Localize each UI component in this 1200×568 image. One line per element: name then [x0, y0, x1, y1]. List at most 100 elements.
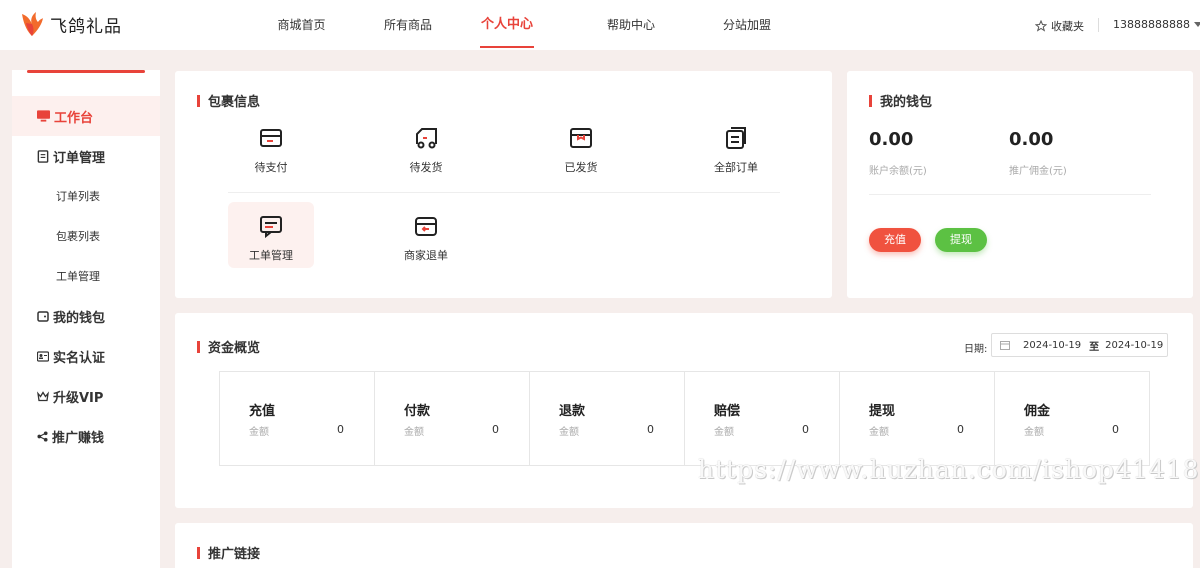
fund-value: 0 — [492, 423, 499, 436]
date-range-picker[interactable]: 2024-10-19 至 2024-10-19 — [991, 333, 1168, 357]
sidebar-item-dashboard[interactable]: 工作台 — [12, 96, 160, 136]
nav-help-center[interactable]: 帮助中心 — [576, 0, 686, 50]
star-icon — [1035, 20, 1047, 32]
fund-value: 0 — [1112, 423, 1119, 436]
id-card-icon — [37, 350, 49, 362]
fund-cell-recharge: 充值 金额 0 — [220, 372, 375, 465]
pkg-unpaid[interactable]: 待支付 — [228, 114, 314, 180]
sidebar-item-wallet[interactable]: 我的钱包 — [12, 296, 160, 336]
balance-value: 0.00 — [869, 129, 914, 150]
sidebar-item-label: 升级VIP — [53, 390, 104, 406]
withdraw-button[interactable]: 提现 — [935, 228, 987, 252]
fund-name: 提现 — [869, 404, 896, 419]
user-phone: 13888888888 — [1113, 18, 1190, 31]
pkg-label: 全部订单 — [714, 161, 758, 174]
nav-all-products[interactable]: 所有商品 — [353, 0, 463, 50]
fund-value: 0 — [647, 423, 654, 436]
fund-value: 0 — [802, 423, 809, 436]
caret-down-icon — [1193, 21, 1200, 27]
title-accent-bar — [197, 94, 200, 107]
sidebar-item-label: 工作台 — [54, 110, 94, 126]
fund-name: 赔偿 — [714, 404, 741, 419]
wallet-title-text: 我的钱包 — [880, 95, 933, 110]
fund-caption: 金额 — [714, 427, 734, 438]
fund-name: 佣金 — [1024, 404, 1051, 419]
sidebar-item-orders[interactable]: 订单管理 — [12, 136, 160, 176]
fund-caption: 金额 — [559, 427, 579, 438]
dove-logo-icon — [22, 12, 43, 36]
fund-cell-payment: 付款 金额 0 — [375, 372, 530, 465]
pkg-shipped[interactable]: 已发货 — [538, 114, 624, 180]
funds-table: 充值 金额 0 付款 金额 0 退款 金额 0 赔偿 金额 0 提现 金额 0 … — [219, 371, 1150, 466]
pkg-label: 工单管理 — [249, 249, 293, 262]
clipboard-icon — [37, 149, 49, 163]
promo-title: 推广链接 — [197, 543, 260, 562]
watermark-text: https://www.huzhan.com/ishop41418 — [698, 455, 1200, 484]
fund-name: 充值 — [249, 404, 276, 419]
pkg-all-orders[interactable]: 全部订单 — [693, 114, 779, 180]
wallet-title: 我的钱包 — [869, 91, 932, 110]
pkg-label: 待发货 — [409, 161, 443, 174]
sidebar-item-label: 订单管理 — [53, 150, 106, 166]
nav-franchise[interactable]: 分站加盟 — [707, 0, 787, 50]
sidebar-item-label: 推广赚钱 — [52, 430, 105, 446]
title-accent-bar — [197, 340, 200, 353]
brand-name: 飞鸽礼品 — [50, 16, 122, 37]
return-box-icon — [415, 217, 437, 236]
orders-icon — [726, 127, 746, 149]
promo-link-card: 推广链接 — [175, 523, 1193, 568]
fund-name: 退款 — [559, 404, 586, 419]
date-from[interactable]: 2024-10-19 — [1023, 340, 1081, 351]
package-divider — [228, 192, 780, 193]
share-icon — [37, 430, 48, 442]
main-nav: 商城首页 所有商品 个人中心 帮助中心 分站加盟 — [260, 0, 787, 50]
pkg-tickets[interactable]: 工单管理 — [228, 202, 314, 268]
ticket-icon — [260, 216, 282, 238]
pkg-label: 待支付 — [254, 161, 288, 174]
sidebar-item-order-list[interactable]: 订单列表 — [12, 176, 160, 216]
fund-name: 付款 — [404, 404, 431, 419]
promo-title-text: 推广链接 — [208, 547, 261, 562]
funds-title: 资金概览 — [197, 337, 260, 356]
fund-caption: 金额 — [404, 427, 424, 438]
fund-value: 0 — [957, 423, 964, 436]
title-accent-bar — [197, 546, 200, 559]
fund-cell-commission: 佣金 金额 0 — [995, 372, 1149, 465]
crown-icon — [37, 390, 49, 401]
title-accent-bar — [869, 94, 872, 107]
fund-cell-withdraw: 提现 金额 0 — [840, 372, 995, 465]
pkg-merchant-returns[interactable]: 商家退单 — [383, 202, 469, 268]
nav-user-center[interactable]: 个人中心 — [472, 0, 542, 50]
sidebar-item-vip[interactable]: 升级VIP — [12, 376, 160, 416]
monitor-icon — [37, 110, 50, 122]
recharge-button[interactable]: 充值 — [869, 228, 921, 252]
brand-logo[interactable]: 飞鸽礼品 — [20, 10, 122, 38]
sidebar-item-tickets[interactable]: 工单管理 — [12, 256, 160, 296]
truck-icon — [416, 128, 437, 149]
nav-home[interactable]: 商城首页 — [260, 0, 343, 50]
sidebar-item-verification[interactable]: 实名认证 — [12, 336, 160, 376]
fund-caption: 金额 — [869, 427, 889, 438]
fund-cell-compensation: 赔偿 金额 0 — [685, 372, 840, 465]
fund-cell-refund: 退款 金额 0 — [530, 372, 685, 465]
commission-value: 0.00 — [1009, 129, 1054, 150]
package-info-title-text: 包裹信息 — [208, 95, 261, 110]
pkg-to-ship[interactable]: 待发货 — [383, 114, 469, 180]
package-info-card: 包裹信息 待支付 待发货 已发货 全部订单 工单管理 商家退单 — [175, 71, 832, 298]
card-icon — [260, 129, 282, 147]
pkg-label: 商家退单 — [404, 249, 448, 262]
sidebar-item-package-list[interactable]: 包裹列表 — [12, 216, 160, 256]
date-to[interactable]: 2024-10-19 — [1105, 340, 1163, 351]
date-separator: 至 — [1089, 341, 1100, 353]
sidebar-accent — [27, 70, 145, 73]
pkg-label: 已发货 — [564, 161, 598, 174]
commission-label: 推广佣金(元) — [1009, 166, 1067, 177]
box-icon — [570, 128, 592, 148]
favorites-link[interactable]: 收藏夹 — [1035, 18, 1084, 34]
sidebar-item-label: 实名认证 — [53, 350, 106, 366]
wallet-divider — [869, 194, 1151, 195]
package-info-title: 包裹信息 — [197, 91, 260, 110]
user-menu[interactable]: 13888888888 — [1113, 18, 1200, 31]
wallet-card: 我的钱包 0.00 账户余额(元) 0.00 推广佣金(元) 充值 提现 — [847, 71, 1193, 298]
sidebar-item-promote[interactable]: 推广赚钱 — [12, 416, 160, 456]
